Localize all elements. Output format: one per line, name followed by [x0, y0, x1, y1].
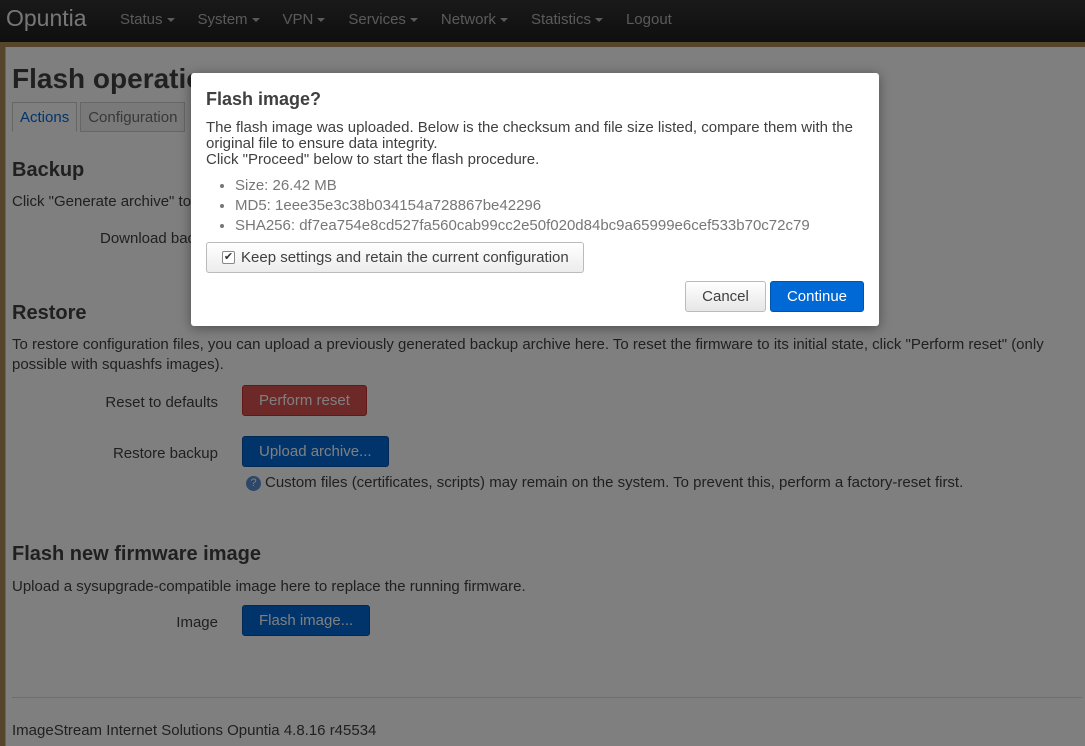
dialog-title: Flash image? — [206, 89, 322, 109]
keep-settings-label: Keep settings and retain the current con… — [241, 249, 569, 266]
image-sha256: SHA256: df7ea754e8cd527fa560cab99cc2e50f… — [235, 216, 810, 236]
keep-settings-toggle[interactable]: ✔ Keep settings and retain the current c… — [206, 242, 584, 273]
dialog-text: The flash image was uploaded. Below is t… — [206, 119, 853, 152]
flash-image-dialog: Flash image? The flash image was uploade… — [191, 73, 879, 326]
cancel-button[interactable]: Cancel — [685, 281, 766, 312]
keep-settings-checkbox[interactable]: ✔ — [222, 251, 235, 264]
image-size: Size: 26.42 MB — [235, 176, 810, 196]
image-details-list: Size: 26.42 MB MD5: 1eee35e3c38b034154a7… — [217, 176, 810, 236]
continue-button[interactable]: Continue — [770, 281, 864, 312]
dialog-instruction: Click "Proceed" below to start the flash… — [206, 151, 540, 168]
image-md5: MD5: 1eee35e3c38b034154a728867be42296 — [235, 196, 810, 216]
